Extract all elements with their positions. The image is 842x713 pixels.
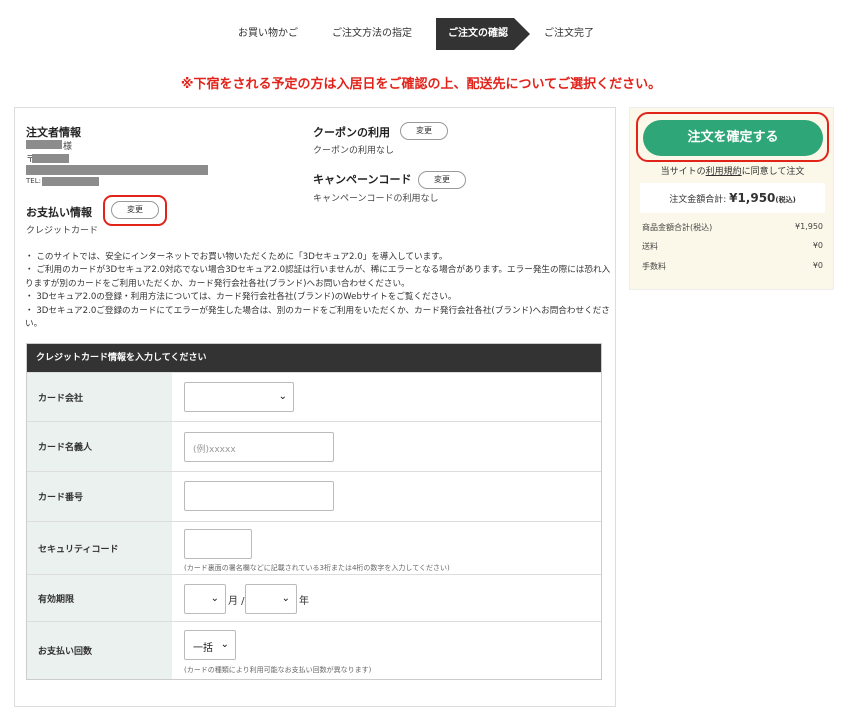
security-code-input[interactable] xyxy=(184,529,252,559)
note-item: ・ このサイトでは、安全にインターネットでお買い物いただくために「3Dセキュア2… xyxy=(25,252,448,262)
orderer-title: 注文者情報 xyxy=(26,126,81,139)
installments-label: お支払い回数 xyxy=(27,622,172,679)
expiry-month-select[interactable]: ⌄ xyxy=(184,584,226,614)
installments-hint: (カードの種類により利用可能なお支払い回数が異なります) xyxy=(184,666,372,674)
installments-select[interactable]: 一括 ⌄ xyxy=(184,630,236,660)
expiry-year-select[interactable]: ⌄ xyxy=(245,584,297,614)
card-company-label: カード会社 xyxy=(27,373,172,421)
payment-change-button[interactable]: 変更 xyxy=(111,201,159,219)
chevron-down-icon: ⌄ xyxy=(281,593,290,604)
line-label: 手数料 xyxy=(642,262,666,271)
redacted-tel xyxy=(42,177,99,186)
tel-label: TEL: xyxy=(26,177,41,185)
redacted-name xyxy=(26,140,62,149)
agree-suffix: に同意して注文 xyxy=(741,167,805,177)
redacted-address xyxy=(26,165,208,175)
year-unit: 年 xyxy=(299,596,309,607)
card-holder-input[interactable]: (例)xxxxx xyxy=(184,432,334,462)
card-holder-label: カード名義人 xyxy=(27,422,172,471)
agree-prefix: 当サイトの xyxy=(660,167,706,177)
note-item: ・ 3Dセキュア2.0の登録・利用方法については、カード発行会社各社(ブランド)… xyxy=(25,292,457,303)
card-company-select[interactable]: ⌄ xyxy=(184,382,294,412)
security-notes: ・ このサイトでは、安全にインターネットでお買い物いただくために「3Dセキュア2… xyxy=(25,251,613,331)
terms-link[interactable]: 利用規約 xyxy=(706,167,742,177)
line-value: ¥0 xyxy=(812,261,823,270)
chevron-down-icon: ⌄ xyxy=(210,593,219,604)
expiry-row: 有効期限 ⌄ 月 / ⌄ 年 xyxy=(27,574,601,621)
campaign-change-button[interactable]: 変更 xyxy=(418,171,466,189)
payment-method: クレジットカード xyxy=(26,226,99,236)
card-number-input[interactable] xyxy=(184,481,334,511)
card-holder-row: カード名義人 (例)xxxxx xyxy=(27,421,601,471)
line-label: 商品金額合計(税込) xyxy=(642,223,713,232)
payment-title: お支払い情報 xyxy=(26,206,92,219)
coupon-change-button[interactable]: 変更 xyxy=(400,122,448,140)
step-order-method: ご注文方法の指定 xyxy=(332,28,412,39)
order-summary: 注文を確定する 当サイトの利用規約に同意して注文 注文金額合計: ¥1,950(… xyxy=(629,107,834,290)
step-order-complete: ご注文完了 xyxy=(544,28,594,39)
orderer-sama: 様 xyxy=(63,142,73,152)
credit-card-form: クレジットカード情報を入力してください カード会社 ⌄ カード名義人 (例)xx… xyxy=(26,343,602,680)
note-item: ・ ご利用のカードが3Dセキュア2.0対応でない場合3Dセキュア2.0認証は行い… xyxy=(25,265,611,289)
card-company-row: カード会社 ⌄ xyxy=(27,372,601,421)
expiry-label: 有効期限 xyxy=(27,575,172,621)
summary-line: 送料 ¥0 xyxy=(642,241,823,252)
month-unit: 月 / xyxy=(228,596,245,607)
order-total: 注文金額合計: ¥1,950(税込) xyxy=(640,183,825,213)
confirm-order-button[interactable]: 注文を確定する xyxy=(643,120,823,156)
redacted-postal xyxy=(32,154,69,163)
summary-line: 手数料 ¥0 xyxy=(642,261,823,272)
checkout-steps: お買い物かご ご注文方法の指定 ご注文の確認 ご注文完了 xyxy=(0,18,842,50)
terms-agreement: 当サイトの利用規約に同意して注文 xyxy=(630,164,835,177)
line-value: ¥1,950 xyxy=(795,222,823,231)
notice-banner: ※下宿をされる予定の方は入居日をご確認の上、配送先についてご選択ください。 xyxy=(180,77,662,92)
coupon-title: クーポンの利用 xyxy=(313,126,390,139)
card-number-row: カード番号 xyxy=(27,471,601,521)
coupon-status: クーポンの利用なし xyxy=(313,146,395,156)
step-order-confirm: ご注文の確認 xyxy=(436,18,530,50)
campaign-title: キャンペーンコード xyxy=(313,173,412,186)
card-holder-placeholder: (例)xxxxx xyxy=(193,445,236,455)
security-code-label: セキュリティコード xyxy=(27,522,172,574)
total-tax: (税込) xyxy=(775,196,796,204)
chevron-down-icon: ⌄ xyxy=(220,639,229,650)
campaign-status: キャンペーンコードの利用なし xyxy=(313,194,439,204)
summary-line: 商品金額合計(税込) ¥1,950 xyxy=(642,222,823,233)
order-info-panel: 注文者情報 様 〒 TEL: お支払い情報 変更 クレジットカード クーポンの利… xyxy=(14,107,616,707)
line-value: ¥0 xyxy=(812,241,823,250)
total-label: 注文金額合計: xyxy=(669,195,730,205)
card-form-header: クレジットカード情報を入力してください xyxy=(27,344,601,372)
chevron-down-icon: ⌄ xyxy=(278,391,287,402)
note-item: ・ 3Dセキュア2.0ご登録のカードにてエラーが発生した場合は、別のカードをご利… xyxy=(25,305,610,330)
security-code-hint: (カード裏面の署名欄などに記載されている3桁または4桁の数字を入力してください) xyxy=(184,564,450,572)
line-label: 送料 xyxy=(642,242,658,251)
installments-row: お支払い回数 一括 ⌄ (カードの種類により利用可能なお支払い回数が異なります) xyxy=(27,621,601,679)
installments-value: 一括 xyxy=(193,643,213,654)
step-cart: お買い物かご xyxy=(238,28,298,39)
card-number-label: カード番号 xyxy=(27,472,172,521)
security-code-row: セキュリティコード (カード裏面の署名欄などに記載されている3桁または4桁の数字… xyxy=(27,521,601,574)
total-value: ¥1,950 xyxy=(729,191,776,205)
